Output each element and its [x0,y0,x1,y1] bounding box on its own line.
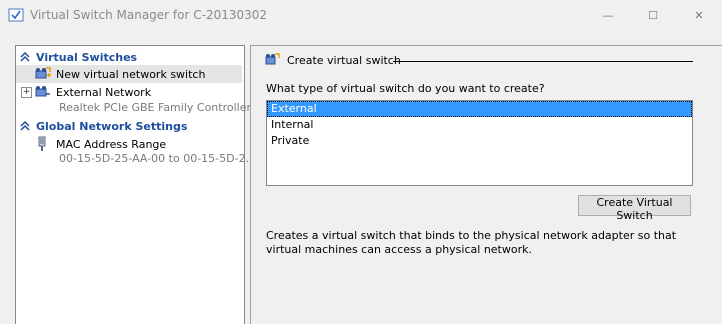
maximize-icon: ☐ [648,8,658,22]
network-switch-icon [35,67,51,79]
adapter-name: Realtek PCIe GBE Family Controller [59,101,252,114]
switch-type-description: Creates a virtual switch that binds to t… [266,229,677,256]
tree-item-external-network[interactable]: External Network [16,83,242,101]
switch-type-question: What type of virtual switch do you want … [266,82,545,95]
mac-range-value: 00-15-5D-25-AA-00 to 00-15-5D-2... [59,152,257,165]
switch-manager-icon [8,8,24,22]
close-button[interactable]: ✕ [676,0,722,30]
collapse-chevron-icon [20,51,30,62]
mac-address-icon [38,136,46,151]
switch-type-list[interactable]: External Internal Private [266,100,693,186]
minimize-icon: — [602,8,614,22]
network-switch-icon [35,86,50,97]
section-title: Create virtual switch [287,54,401,67]
tree-item-label: External Network [56,85,152,99]
virtual-switches-label: Virtual Switches [36,50,138,64]
global-network-settings-header[interactable]: Global Network Settings [19,118,187,134]
collapse-chevron-icon [20,120,30,131]
close-icon: ✕ [694,8,704,22]
tree-item-mac-address-range[interactable]: MAC Address Range [16,135,242,153]
tree-item-new-switch[interactable]: New virtual network switch [16,65,242,83]
minimize-button[interactable]: — [585,0,631,30]
navigation-tree[interactable]: Virtual Switches New virtual network swi… [15,45,256,324]
header-divider [393,61,693,62]
global-network-settings-label: Global Network Settings [36,119,188,133]
virtual-switches-header[interactable]: Virtual Switches [19,49,137,65]
list-item-external[interactable]: External [267,101,692,117]
maximize-button[interactable]: ☐ [630,0,676,30]
list-item-internal[interactable]: Internal [267,117,692,133]
tree-item-label: New virtual network switch [56,67,206,81]
create-virtual-switch-button[interactable]: Create Virtual Switch [578,195,691,222]
title-bar: Virtual Switch Manager for C-20130302 — … [0,0,722,30]
window-title: Virtual Switch Manager for C-20130302 [30,8,268,22]
tree-item-label: MAC Address Range [56,137,167,151]
list-item-private[interactable]: Private [267,133,692,149]
network-switch-icon [265,53,280,65]
details-pane: Create virtual switch What type of virtu… [250,45,722,324]
